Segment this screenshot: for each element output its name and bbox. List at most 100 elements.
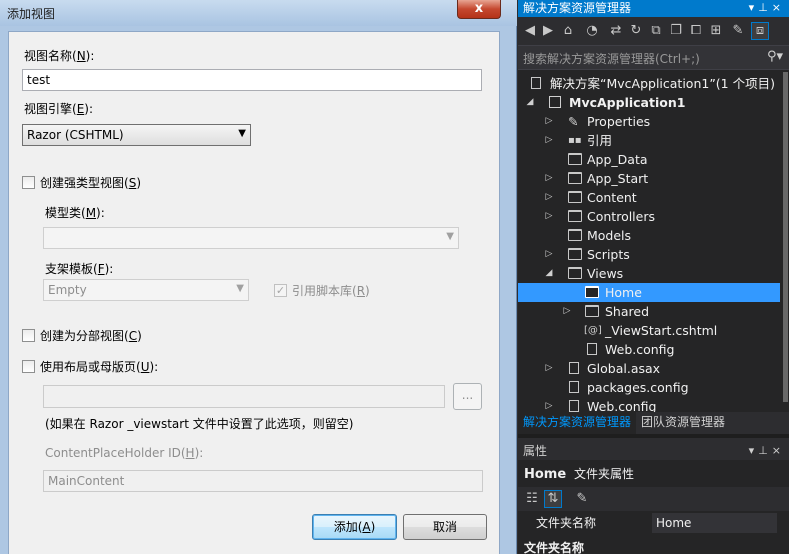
scaffold-template-select[interactable]: Empty ▼ xyxy=(43,279,249,301)
tree-node-views[interactable]: ◢ Views xyxy=(518,264,780,283)
folder-icon xyxy=(568,248,582,260)
panel-pin-icons[interactable]: ▾⊥× xyxy=(749,0,785,16)
model-class-label: 模型类(M): xyxy=(45,206,105,220)
browse-layout-button[interactable]: ... xyxy=(453,383,482,410)
collapsed-arrow-icon[interactable]: ▷ xyxy=(544,245,554,264)
scaffold-template-label: 支架模板(F): xyxy=(45,262,114,276)
close-icon: x xyxy=(474,1,484,16)
add-view-dialog: 添加视图 x 视图名称(N): test 视图引擎(E): Razor (CSH… xyxy=(0,0,517,554)
properties-wrench-icon[interactable]: ✎ xyxy=(730,23,746,39)
open-folder-icon xyxy=(568,267,582,279)
tab-team-explorer[interactable]: 团队资源管理器 xyxy=(636,412,730,434)
dialog-titlebar[interactable]: 添加视图 x xyxy=(0,0,517,26)
view-engine-select[interactable]: Razor (CSHTML) ▼ xyxy=(22,124,251,146)
use-layout-checkbox[interactable] xyxy=(22,360,35,373)
content-placeholder-value: MainContent xyxy=(48,474,125,488)
tree-node-properties[interactable]: ▷ ✎ Properties xyxy=(518,112,780,131)
search-icon[interactable]: ⚲▾ xyxy=(767,49,783,64)
tree-node-project[interactable]: ◢ MvcApplication1 xyxy=(518,93,780,112)
folder-icon xyxy=(568,210,582,222)
solution-tree: 解决方案“MvcApplication1”(1 个项目) ◢ MvcApplic… xyxy=(518,70,789,412)
panel-pin-icons[interactable]: ▾⊥× xyxy=(749,443,785,459)
home-icon[interactable]: ⌂ xyxy=(560,23,576,39)
preview-selected-icon[interactable]: ⧈ xyxy=(751,22,769,40)
reference-scripts-checkbox[interactable]: ✓ xyxy=(274,284,287,297)
scrollbar-thumb[interactable] xyxy=(783,72,788,402)
tab-solution-explorer[interactable]: 解决方案资源管理器 xyxy=(518,412,637,434)
tree-node-shared[interactable]: ▷ Shared xyxy=(518,302,780,321)
tree-node-content[interactable]: ▷ Content xyxy=(518,188,780,207)
properties-title[interactable]: 属性 ▾⊥× xyxy=(518,443,789,460)
property-value[interactable]: Home xyxy=(652,513,777,533)
tree-node-home[interactable]: Home xyxy=(518,283,780,302)
cancel-button[interactable]: 取消 xyxy=(403,514,487,540)
close-button[interactable]: x xyxy=(457,0,501,19)
tree-node-global-asax[interactable]: ▷ Global.asax xyxy=(518,359,780,378)
tree-node-app-start[interactable]: ▷ App_Start xyxy=(518,169,780,188)
tree-node-controllers[interactable]: ▷ Controllers xyxy=(518,207,780,226)
property-pages-icon[interactable]: ✎ xyxy=(574,491,590,507)
show-all-files-icon[interactable]: ❐ xyxy=(668,23,684,39)
folder-icon xyxy=(568,153,582,165)
collapsed-arrow-icon[interactable]: ▷ xyxy=(544,359,554,378)
tree-node-scripts[interactable]: ▷ Scripts xyxy=(518,245,780,264)
collapsed-arrow-icon[interactable]: ▷ xyxy=(544,397,554,412)
collapsed-arrow-icon[interactable]: ▷ xyxy=(544,188,554,207)
tree-node-packages-config[interactable]: packages.config xyxy=(518,378,780,397)
folder-icon xyxy=(585,305,599,317)
view-code-icon[interactable]: ⧠ xyxy=(688,23,704,39)
properties-object-header[interactable]: Home 文件夹属性 xyxy=(518,461,789,487)
collapsed-arrow-icon[interactable]: ▷ xyxy=(544,112,554,131)
model-class-select[interactable]: ▼ xyxy=(43,227,459,249)
view-name-input[interactable]: test xyxy=(22,69,482,91)
categorized-icon[interactable]: ☷ xyxy=(524,491,540,507)
collapsed-arrow-icon[interactable]: ▷ xyxy=(562,302,572,321)
forward-icon[interactable]: ▶ xyxy=(540,23,556,39)
content-placeholder-input[interactable]: MainContent xyxy=(43,470,483,492)
chevron-down-icon: ▼ xyxy=(236,283,244,294)
scaffold-template-value: Empty xyxy=(48,283,87,297)
tree-node-views-web-config[interactable]: Web.config xyxy=(518,340,780,359)
collapsed-arrow-icon[interactable]: ▷ xyxy=(544,131,554,150)
project-icon xyxy=(549,96,561,108)
alphabetical-icon[interactable]: ⇅ xyxy=(544,490,562,508)
sync-icon[interactable]: ⇄ xyxy=(608,23,624,39)
tree-node-viewstart[interactable]: [@] _ViewStart.cshtml xyxy=(518,321,780,340)
view-engine-label: 视图引擎(E): xyxy=(24,102,94,116)
tree-scrollbar[interactable] xyxy=(782,70,789,412)
expanded-arrow-icon[interactable]: ◢ xyxy=(525,93,535,112)
folder-icon xyxy=(568,191,582,203)
tree-node-app-data[interactable]: App_Data xyxy=(518,150,780,169)
expanded-arrow-icon[interactable]: ◢ xyxy=(544,264,554,283)
refresh-icon[interactable]: ↻ xyxy=(628,23,644,39)
collapsed-arrow-icon[interactable]: ▷ xyxy=(544,169,554,188)
folder-icon xyxy=(568,172,582,184)
solution-search-box[interactable]: 搜索解决方案资源管理器(Ctrl+;) ⚲▾ xyxy=(518,45,789,70)
layout-path-input[interactable] xyxy=(43,385,445,408)
collapse-all-icon[interactable]: ⧉ xyxy=(648,23,664,39)
solution-explorer-title[interactable]: 解决方案资源管理器 ▾⊥× xyxy=(518,0,789,17)
add-button[interactable]: 添加(A) xyxy=(312,514,397,540)
tree-node-references[interactable]: ▷ ▪▪ 引用 xyxy=(518,131,780,150)
chevron-down-icon: ▼ xyxy=(446,231,454,242)
solution-explorer-toolbar: ◀ ▶ ⌂ ◔ ⇄ ↻ ⧉ ❐ ⧠ ⊞ ✎ ⧈ xyxy=(518,17,789,45)
refresh-files-icon[interactable]: ⊞ xyxy=(708,23,724,39)
tree-node-solution[interactable]: 解决方案“MvcApplication1”(1 个项目) xyxy=(518,74,780,93)
pending-changes-icon[interactable]: ◔ xyxy=(584,23,600,39)
tree-node-web-config[interactable]: ▷ Web.config xyxy=(518,397,780,412)
collapsed-arrow-icon[interactable]: ▷ xyxy=(544,207,554,226)
config-file-icon xyxy=(569,400,579,412)
folder-icon xyxy=(585,286,599,298)
partial-view-checkbox[interactable] xyxy=(22,329,35,342)
property-description-title: 文件夹名称 xyxy=(524,541,585,554)
strong-typed-checkbox[interactable] xyxy=(22,176,35,189)
properties-panel: 属性 ▾⊥× Home 文件夹属性 ☷ ⇅ ✎ 文件夹名称 Home 文件夹名称 xyxy=(518,443,789,554)
back-icon[interactable]: ◀ xyxy=(522,23,538,39)
search-placeholder: 搜索解决方案资源管理器(Ctrl+;) xyxy=(523,52,700,66)
property-row-folder-name[interactable]: 文件夹名称 Home xyxy=(518,513,789,533)
references-icon: ▪▪ xyxy=(568,135,582,146)
razor-file-icon: [@] xyxy=(584,325,602,336)
chevron-down-icon: ▼ xyxy=(238,128,246,139)
view-name-value: test xyxy=(27,73,51,87)
tree-node-models[interactable]: Models xyxy=(518,226,780,245)
